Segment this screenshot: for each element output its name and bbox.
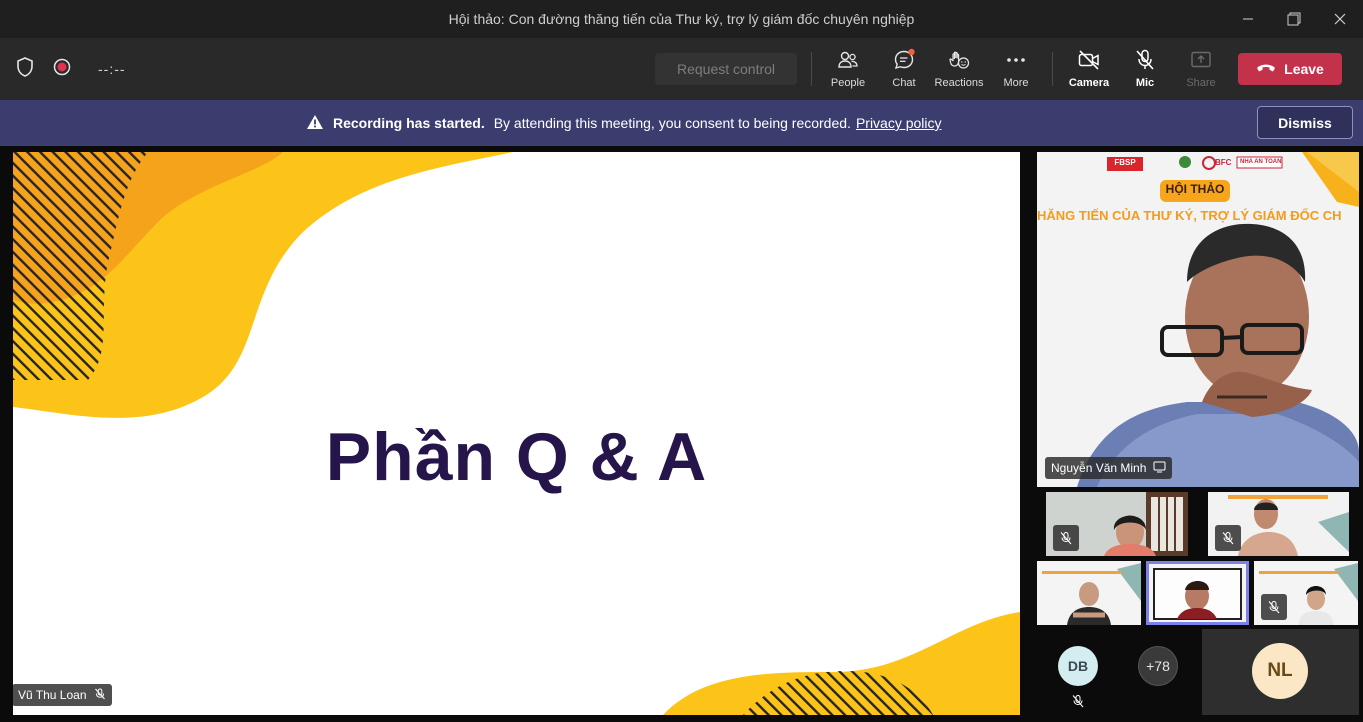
mic-off-icon bbox=[1261, 594, 1287, 620]
more-participants-button[interactable]: +78 bbox=[1138, 646, 1178, 686]
featured-participant-name: Nguyễn Văn Minh bbox=[1051, 461, 1147, 475]
meeting-toolbar: --:-- Request control People Chat Reacti… bbox=[0, 38, 1363, 100]
logo-bfc: BFC bbox=[1215, 158, 1232, 167]
logo-nha-an-toan: NHA AN TOAN bbox=[1240, 159, 1282, 165]
minimize-icon[interactable] bbox=[1225, 0, 1271, 38]
recording-message: Recording has started. By attending this… bbox=[306, 100, 942, 146]
close-icon[interactable] bbox=[1317, 0, 1363, 38]
mic-off-icon bbox=[1215, 525, 1241, 551]
people-label: People bbox=[830, 77, 866, 89]
slide-title: Phần Q & A bbox=[325, 419, 708, 495]
participant-avatar-db[interactable]: DB bbox=[1058, 646, 1098, 686]
mic-off-icon bbox=[1071, 694, 1085, 713]
meeting-status: --:-- bbox=[14, 38, 126, 100]
mic-off-icon bbox=[1133, 48, 1157, 72]
featured-banner-label: HỘI THẢO bbox=[1165, 182, 1225, 196]
shield-icon[interactable] bbox=[14, 56, 36, 83]
active-speaker-tile[interactable] bbox=[1146, 561, 1249, 625]
request-control-button[interactable]: Request control bbox=[655, 53, 797, 85]
window-title: Hội thảo: Con đường thăng tiến của Thư k… bbox=[448, 11, 915, 27]
featured-video-frame bbox=[1037, 152, 1359, 487]
share-icon bbox=[1189, 48, 1213, 72]
leave-label: Leave bbox=[1284, 61, 1324, 77]
presenter-name-tag: Vũ Thu Loan bbox=[13, 684, 112, 706]
reactions-button[interactable]: Reactions bbox=[931, 46, 987, 94]
reactions-label: Reactions bbox=[934, 77, 984, 89]
chat-button[interactable]: Chat bbox=[876, 46, 932, 94]
mic-button[interactable]: Mic bbox=[1117, 46, 1173, 94]
restore-icon[interactable] bbox=[1271, 0, 1317, 38]
warning-icon bbox=[306, 114, 324, 133]
mic-off-icon bbox=[1053, 525, 1079, 551]
toolbar-divider bbox=[811, 52, 812, 86]
shared-screen: Phần Q & A Vũ Thu Loan bbox=[13, 152, 1020, 715]
recording-heading: Recording has started. bbox=[333, 115, 485, 131]
title-bar: Hội thảo: Con đường thăng tiến của Thư k… bbox=[0, 0, 1363, 38]
chat-icon bbox=[892, 48, 916, 72]
dismiss-button[interactable]: Dismiss bbox=[1257, 106, 1353, 139]
camera-off-icon bbox=[1077, 48, 1101, 72]
meeting-timer: --:-- bbox=[98, 61, 126, 77]
people-icon bbox=[836, 48, 860, 72]
reactions-icon bbox=[947, 48, 971, 72]
more-button[interactable]: More bbox=[988, 46, 1044, 94]
screen-share-icon bbox=[1153, 461, 1166, 476]
participant-video-tile[interactable] bbox=[1037, 561, 1141, 625]
participant-video-tile[interactable] bbox=[1254, 561, 1358, 625]
participant-video-tile[interactable] bbox=[1208, 492, 1349, 556]
participant-tile-nl[interactable]: NL bbox=[1202, 629, 1359, 715]
camera-button[interactable]: Camera bbox=[1061, 46, 1117, 94]
privacy-policy-link[interactable]: Privacy policy bbox=[856, 115, 942, 131]
camera-label: Camera bbox=[1068, 77, 1110, 89]
mic-off-icon bbox=[94, 688, 106, 703]
phone-hangup-icon bbox=[1256, 61, 1276, 77]
share-label: Share bbox=[1186, 77, 1216, 89]
presenter-name: Vũ Thu Loan bbox=[18, 688, 87, 702]
teams-meeting-window: Hội thảo: Con đường thăng tiến của Thư k… bbox=[0, 0, 1363, 722]
featured-participant-video[interactable]: HỘI THẢO HĂNG TIẾN CỦA THƯ KÝ, TRỢ LÝ GI… bbox=[1037, 152, 1359, 487]
recording-consent-text: By attending this meeting, you consent t… bbox=[493, 115, 851, 131]
more-icon bbox=[1004, 48, 1028, 72]
mic-label: Mic bbox=[1135, 77, 1155, 89]
more-label: More bbox=[1003, 77, 1029, 89]
toolbar-divider bbox=[1052, 52, 1053, 86]
share-button[interactable]: Share bbox=[1173, 46, 1229, 94]
participant-video-tile[interactable] bbox=[1046, 492, 1188, 556]
featured-banner-text: HĂNG TIẾN CỦA THƯ KÝ, TRỢ LÝ GIÁM ĐỐC CH bbox=[1037, 208, 1342, 223]
leave-button[interactable]: Leave bbox=[1238, 53, 1342, 85]
recording-banner: Recording has started. By attending this… bbox=[0, 100, 1363, 146]
participant-video-frame bbox=[1037, 561, 1141, 625]
recording-icon bbox=[52, 57, 72, 82]
chat-label: Chat bbox=[892, 77, 916, 89]
logo-fbsp: FBSP bbox=[1114, 158, 1136, 167]
featured-name-tag: Nguyễn Văn Minh bbox=[1045, 457, 1173, 479]
window-controls bbox=[1225, 0, 1363, 38]
participant-avatar-nl: NL bbox=[1252, 643, 1308, 699]
people-button[interactable]: People bbox=[820, 46, 876, 94]
participant-video-frame bbox=[1149, 564, 1246, 622]
